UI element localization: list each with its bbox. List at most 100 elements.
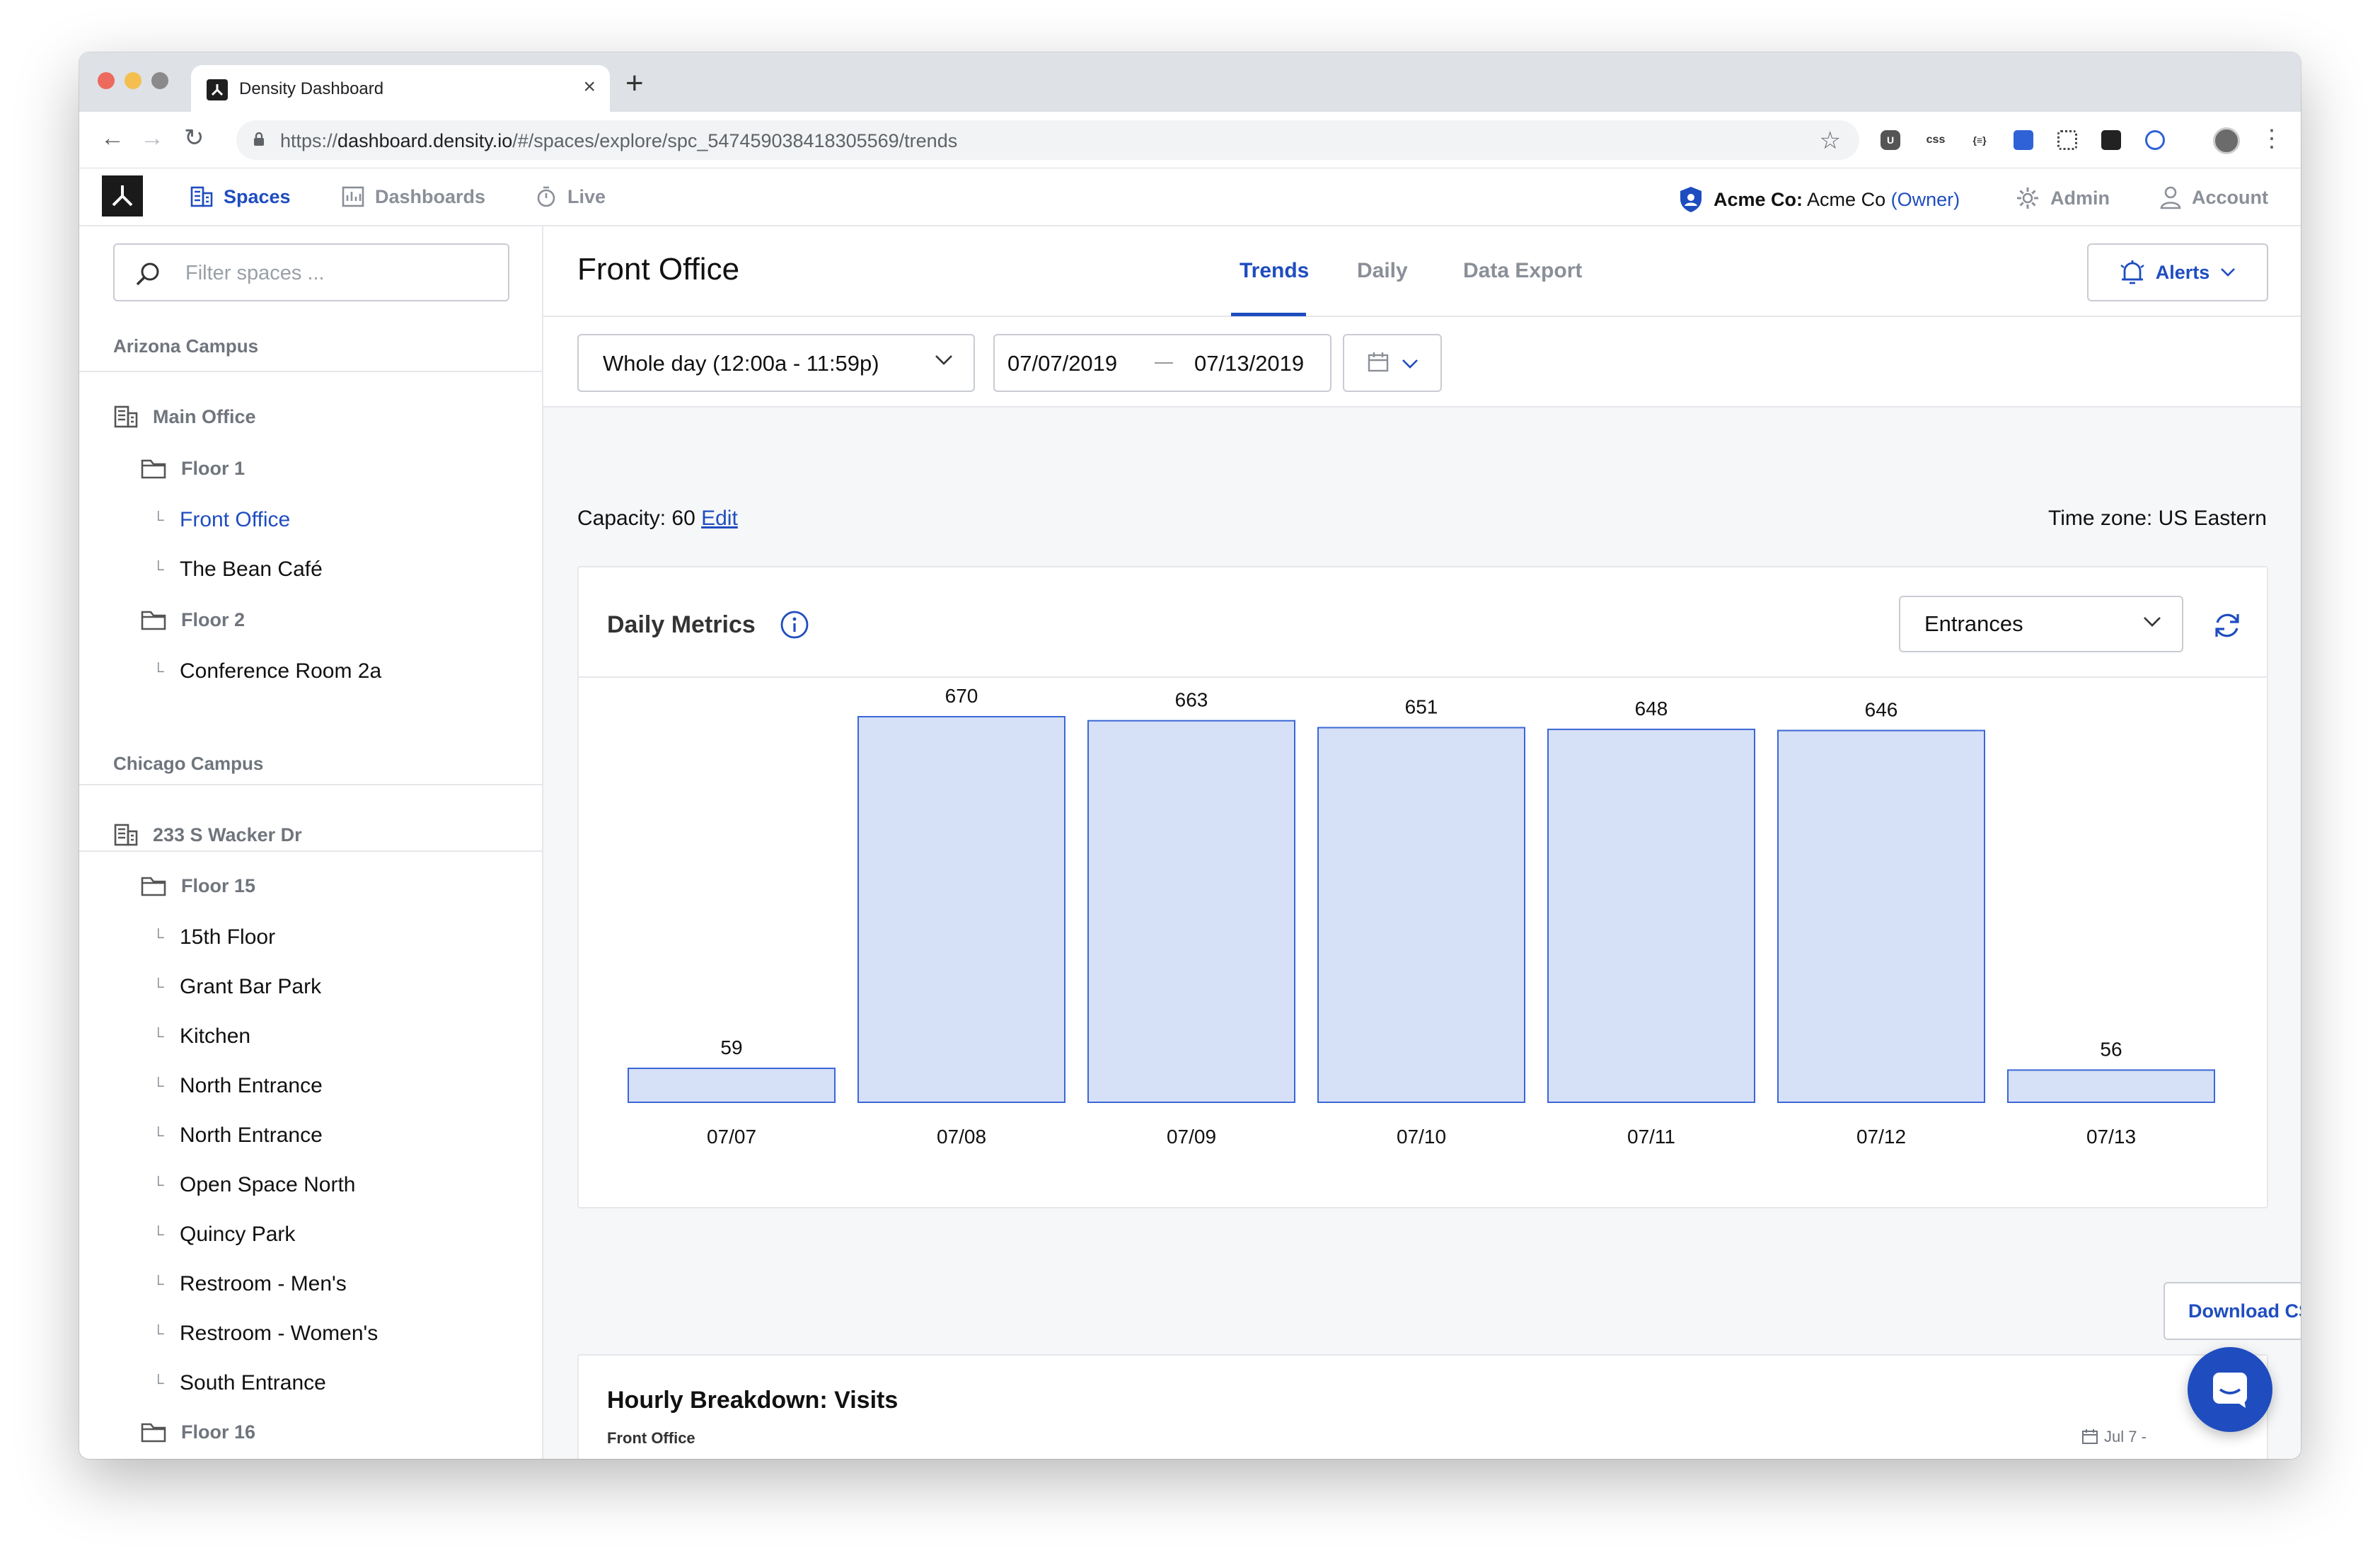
chart-bar-07/12[interactable] [1777, 729, 1985, 1103]
density-logo-icon[interactable] [102, 175, 143, 216]
sidebar-item-north-entrance[interactable]: └ North Entrance [153, 1074, 323, 1098]
sidebar-item-quincy-park[interactable]: └ Quincy Park [153, 1223, 295, 1247]
tab-daily[interactable]: Daily [1357, 259, 1408, 283]
time-range-value: Whole day (12:00a - 11:59p) [603, 351, 879, 376]
nav-spaces[interactable]: Spaces [190, 185, 291, 208]
chart-bar-07/10[interactable] [1317, 727, 1525, 1104]
chart-bar-07/07[interactable] [628, 1068, 836, 1103]
download-csv-button[interactable]: Download CSV [2164, 1282, 2301, 1340]
hourly-breakdown-subtitle: Front Office [607, 1429, 695, 1447]
address-bar[interactable]: https://dashboard.density.io/#/spaces/ex… [236, 120, 1859, 160]
chart-value-label: 646 [1865, 699, 1898, 721]
tab-data-export[interactable]: Data Export [1463, 259, 1582, 283]
sidebar-item-restroom-womens[interactable]: └ Restroom - Women's [153, 1322, 378, 1346]
filter-spaces-input[interactable]: Filter spaces ... [113, 243, 509, 301]
chart-bar-07/08[interactable] [857, 716, 1065, 1103]
end-date-input[interactable]: 07/13/2019 [1194, 351, 1304, 376]
group-title-arizona: Arizona Campus [113, 335, 259, 357]
chevron-down-icon [2144, 617, 2161, 627]
nav-live[interactable]: Live [535, 185, 606, 208]
date-range-picker[interactable]: 07/07/2019 07/13/2019 [993, 334, 1331, 392]
sidebar-item-restroom-mens[interactable]: └ Restroom - Men's [153, 1272, 347, 1296]
sidebar-item-front-office[interactable]: └ Front Office [153, 508, 290, 532]
sidebar-item-233-s-wacker[interactable]: 233 S Wacker Dr [113, 823, 302, 847]
hourly-date-range[interactable]: Jul 7 - [2081, 1428, 2147, 1446]
reload-icon[interactable]: ↻ [184, 126, 204, 150]
calendar-presets-button[interactable] [1343, 334, 1442, 392]
nav-admin[interactable]: Admin [2015, 185, 2110, 211]
building-icon [190, 186, 213, 207]
edit-capacity-link[interactable]: Edit [701, 507, 738, 530]
profile-avatar[interactable] [2213, 127, 2240, 154]
info-icon[interactable] [780, 610, 809, 640]
sidebar-item-floor-15[interactable]: Floor 15 [140, 874, 255, 897]
group-title-chicago: Chicago Campus [113, 753, 264, 774]
new-tab-button[interactable]: + [625, 68, 644, 99]
qr-extension-icon[interactable] [2057, 130, 2077, 150]
nav-dashboards-label: Dashboards [375, 185, 486, 207]
tree-elbow-icon: └ [153, 1027, 164, 1045]
chat-support-button[interactable] [2188, 1347, 2272, 1432]
sidebar-item-floor-1[interactable]: Floor 1 [140, 457, 245, 480]
tree-elbow-icon: └ [153, 1077, 164, 1095]
density-favicon-icon [207, 79, 228, 100]
sidebar-item-15th-floor[interactable]: └ 15th Floor [153, 925, 275, 949]
shield-extension-icon[interactable]: U [1881, 130, 1900, 150]
page-title: Front Office [577, 252, 740, 287]
chart-bar-07/13[interactable] [2007, 1069, 2215, 1103]
calendar-icon [1368, 352, 1389, 372]
sidebar-item-grant-bar-park[interactable]: └ Grant Bar Park [153, 975, 321, 999]
start-date-input[interactable]: 07/07/2019 [1007, 351, 1117, 376]
tree-elbow-icon: └ [153, 1374, 164, 1392]
sidebar-item-label: Quincy Park [180, 1223, 296, 1246]
main-content: Front Office Trends Daily Data Export Al… [543, 226, 2301, 1459]
building-icon [114, 405, 138, 428]
sidebar-item-north-entrance[interactable]: └ North Entrance [153, 1124, 323, 1148]
back-icon[interactable]: ← [100, 126, 125, 150]
dashboard-icon [342, 186, 364, 207]
time-range-select[interactable]: Whole day (12:00a - 11:59p) [577, 334, 975, 392]
organization-info[interactable]: Acme Co: Acme Co (Owner) [1678, 185, 1960, 214]
sidebar-item-label: Conference Room 2a [180, 659, 382, 683]
minimize-window-button[interactable] [125, 72, 141, 89]
alerts-label: Alerts [2155, 261, 2210, 283]
layers-extension-icon[interactable] [2101, 130, 2121, 150]
window-extension-icon[interactable] [2014, 130, 2033, 150]
nav-admin-label: Admin [2050, 187, 2110, 209]
metric-select[interactable]: Entrances [1899, 596, 2183, 652]
sidebar-item-kitchen[interactable]: └ Kitchen [153, 1024, 250, 1049]
sidebar-item-main-office[interactable]: Main Office [113, 405, 256, 429]
tree-elbow-icon: └ [153, 1275, 164, 1293]
chart-bar-07/09[interactable] [1087, 720, 1295, 1103]
daily-metrics-card: Daily Metrics Entrances 59 07/07 670 07/08 6… [577, 566, 2268, 1208]
sidebar-item-south-entrance[interactable]: └ South Entrance [153, 1371, 326, 1395]
password-extension-icon[interactable] [2145, 130, 2165, 150]
tree-elbow-icon: └ [153, 928, 164, 946]
sidebar-item-label: Front Office [180, 508, 291, 531]
sidebar-item-open-space-north[interactable]: └ Open Space North [153, 1173, 355, 1197]
chart-bar-07/11[interactable] [1547, 728, 1755, 1104]
close-tab-icon[interactable]: × [583, 76, 596, 98]
nav-dashboards[interactable]: Dashboards [341, 185, 485, 208]
chevron-down-icon [2221, 268, 2236, 277]
sidebar-item-the-bean-cafe[interactable]: └ The Bean Café [153, 558, 323, 582]
browser-tab[interactable]: Density Dashboard × [191, 65, 610, 112]
sidebar-item-floor-16[interactable]: Floor 16 [140, 1421, 255, 1443]
sidebar-item-floor-2[interactable]: Floor 2 [140, 608, 245, 631]
refresh-icon[interactable] [2212, 610, 2243, 641]
tab-trends[interactable]: Trends [1240, 259, 1309, 283]
browser-menu-icon[interactable]: ⋮ [2260, 125, 2284, 153]
chart-x-tick-label: 07/11 [1627, 1126, 1675, 1148]
bell-icon [2120, 260, 2144, 284]
css-extension-icon[interactable]: css [1926, 130, 1946, 150]
nav-account[interactable]: Account [2159, 185, 2268, 209]
sidebar-item-conference-room-2a[interactable]: └ Conference Room 2a [153, 659, 381, 683]
forward-icon[interactable]: → [140, 126, 164, 150]
bookmark-star-icon[interactable]: ☆ [1820, 127, 1841, 155]
alerts-button[interactable]: Alerts [2087, 243, 2268, 301]
nav-account-label: Account [2192, 186, 2268, 208]
json-extension-icon[interactable]: {≡} [1970, 130, 1989, 150]
maximize-window-button[interactable] [151, 72, 168, 89]
hourly-breakdown-card: Hourly Breakdown: Visits Front Office Ju… [577, 1354, 2268, 1459]
close-window-button[interactable] [98, 72, 115, 89]
